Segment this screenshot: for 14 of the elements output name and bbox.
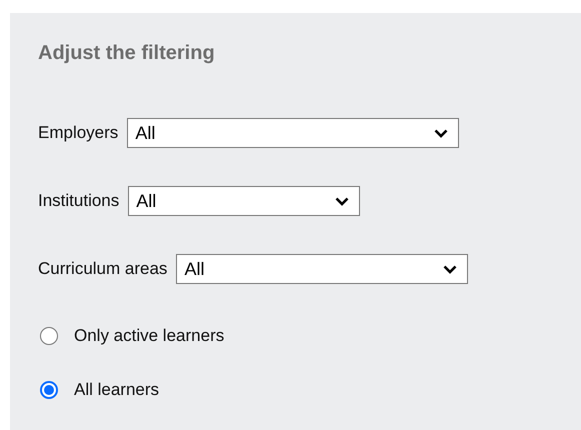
- chevron-down-icon: [335, 196, 350, 206]
- radio-label: Only active learners: [74, 326, 224, 346]
- filter-label: Employers: [38, 123, 118, 143]
- filter-label: Institutions: [38, 191, 120, 211]
- dropdown[interactable]: All: [127, 118, 460, 148]
- filter-label: Curriculum areas: [38, 259, 168, 279]
- panel-title: Adjust the filtering: [38, 41, 216, 65]
- radio-label: All learners: [74, 380, 160, 400]
- chevron-down-icon: [443, 264, 458, 274]
- chevron-down-icon: [434, 128, 448, 138]
- dropdown[interactable]: All: [128, 186, 360, 216]
- dropdown[interactable]: All: [176, 254, 468, 284]
- radio-button[interactable]: [40, 381, 58, 399]
- radio-button[interactable]: [40, 327, 58, 345]
